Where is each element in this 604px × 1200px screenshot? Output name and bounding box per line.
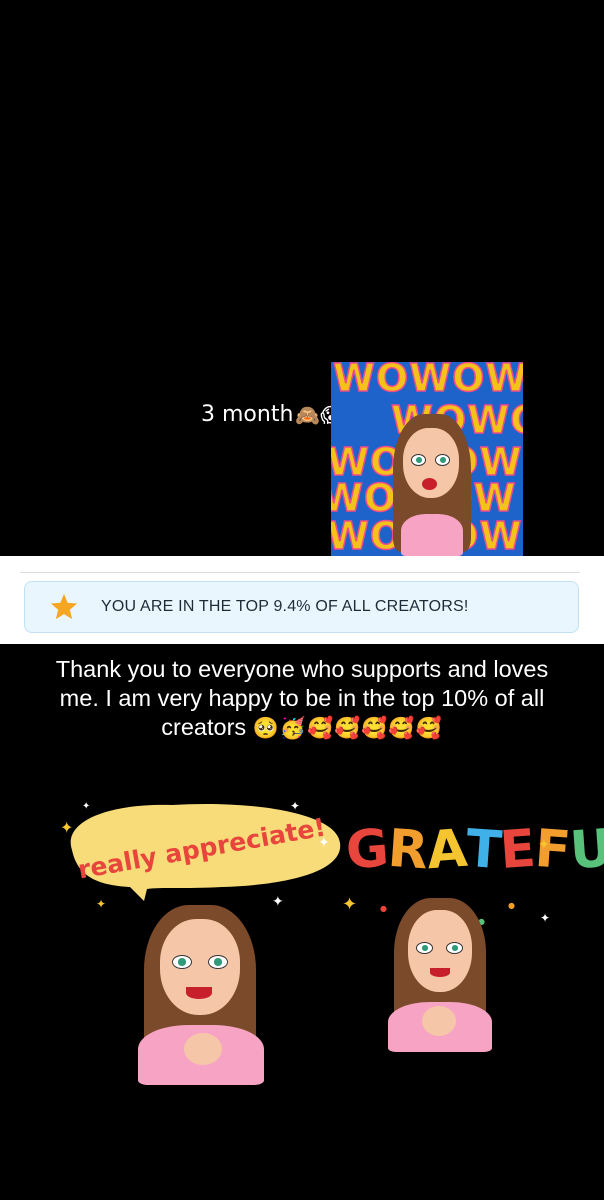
bitmoji-avatar-grateful xyxy=(388,898,492,1052)
grateful-letter: T xyxy=(463,818,503,882)
grateful-letter: U xyxy=(567,818,604,882)
sparkle-icon: ✦ xyxy=(318,835,330,851)
thank-you-line-2: me. I am very happy to be in the top 10%… xyxy=(59,685,545,711)
sparkle-icon: ✦ xyxy=(540,911,551,925)
sparkle-icon: ✦ xyxy=(290,799,301,813)
star-icon xyxy=(50,593,78,620)
grateful-letter: G xyxy=(343,818,390,882)
bitmoji-avatar-surprised xyxy=(391,414,481,556)
thank-you-message: Thank you to everyone who supports and l… xyxy=(0,655,604,743)
bitmoji-avatar-appreciate xyxy=(138,905,268,1085)
banner-strip: YOU ARE IN THE TOP 9.4% OF ALL CREATORS! xyxy=(0,556,604,644)
grateful-letter: E xyxy=(498,818,538,882)
grateful-wordmark: GRATEFUL xyxy=(343,818,604,882)
sparkle-icon: ✦ xyxy=(538,837,550,853)
wow-bitmoji-sticker: WOWOW WOWOW WOWOW WOWOW WOWOW xyxy=(331,362,523,556)
sparkle-icon: ✦ xyxy=(96,897,107,911)
sparkle-icon: ✦ xyxy=(60,818,74,837)
sparkle-icon: ● xyxy=(508,901,515,910)
grateful-letter: R xyxy=(385,818,429,882)
really-appreciate-bubble: really appreciate! xyxy=(70,803,341,901)
top-creators-message: YOU ARE IN THE TOP 9.4% OF ALL CREATORS! xyxy=(101,598,469,615)
caption-text: 3 month xyxy=(201,402,294,427)
sparkle-icon: ✦ xyxy=(82,801,91,812)
divider xyxy=(20,572,580,573)
sparkle-icon: ● xyxy=(380,904,387,913)
top-creators-banner: YOU ARE IN THE TOP 9.4% OF ALL CREATORS! xyxy=(24,581,579,633)
grateful-letter: A xyxy=(424,818,469,882)
sparkle-icon: ✦ xyxy=(342,894,358,915)
thank-you-line-1: Thank you to everyone who supports and l… xyxy=(55,656,549,682)
thank-you-line-3: creators xyxy=(161,714,247,740)
wow-text-row: WOWOW xyxy=(332,362,523,401)
sparkle-icon: ✦ xyxy=(272,894,284,910)
thank-you-emojis: 🥺🥳🥰🥰🥰🥰🥰 xyxy=(252,717,443,740)
